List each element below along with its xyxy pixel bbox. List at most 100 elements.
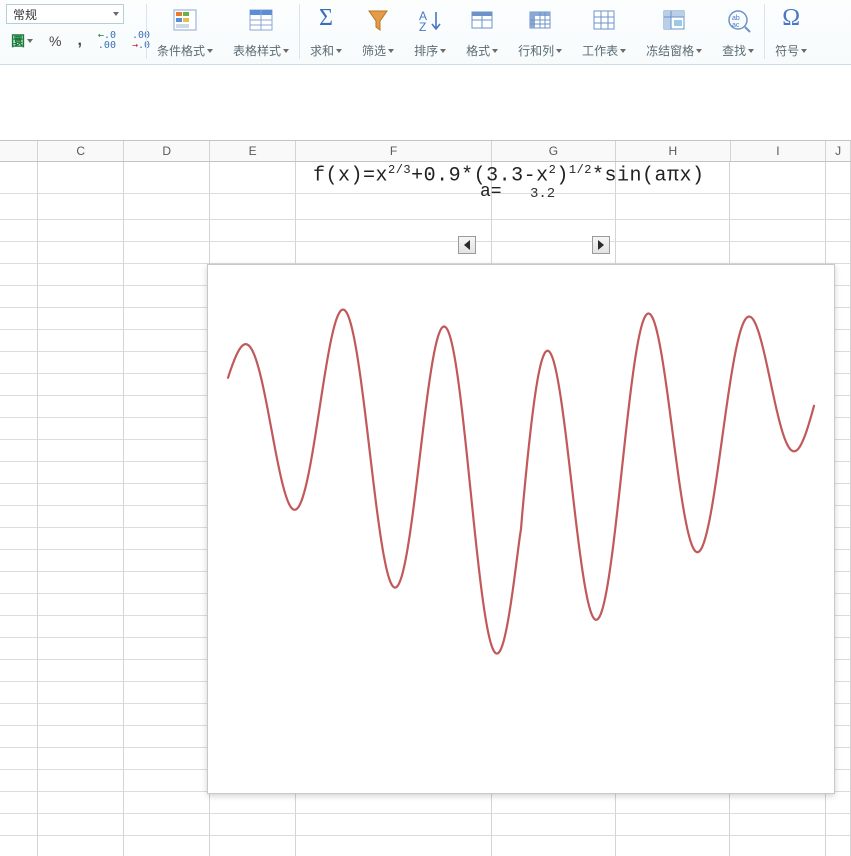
cell[interactable] <box>124 506 210 528</box>
cell[interactable] <box>492 836 616 856</box>
cell[interactable] <box>38 682 124 704</box>
cell[interactable] <box>38 638 124 660</box>
cell[interactable] <box>0 194 38 220</box>
cell[interactable] <box>38 418 124 440</box>
cell[interactable] <box>124 814 210 836</box>
cell[interactable] <box>38 162 124 194</box>
number-format-select[interactable]: 常规 <box>6 4 124 24</box>
cell[interactable] <box>0 638 38 660</box>
cell[interactable] <box>124 462 210 484</box>
cell[interactable] <box>210 836 296 856</box>
cell[interactable] <box>0 704 38 726</box>
cell[interactable] <box>616 162 731 194</box>
cell[interactable] <box>124 308 210 330</box>
freeze-panes-button[interactable]: 冻结窗格 <box>642 2 706 61</box>
cell[interactable] <box>616 220 731 242</box>
cell[interactable] <box>38 616 124 638</box>
cell[interactable] <box>38 220 124 242</box>
cell[interactable] <box>124 616 210 638</box>
cell[interactable] <box>826 792 851 814</box>
cell[interactable] <box>730 242 826 264</box>
cell[interactable] <box>124 440 210 462</box>
cell[interactable] <box>124 194 210 220</box>
cell[interactable] <box>124 792 210 814</box>
table-row[interactable] <box>0 162 851 194</box>
embedded-chart[interactable] <box>207 264 835 794</box>
cell[interactable] <box>296 792 491 814</box>
cell[interactable] <box>38 792 124 814</box>
cell[interactable] <box>0 814 38 836</box>
cell[interactable] <box>124 726 210 748</box>
cell[interactable] <box>0 572 38 594</box>
cell[interactable] <box>730 194 826 220</box>
cell-format-button[interactable]: 格式 <box>462 2 502 61</box>
cell[interactable] <box>38 726 124 748</box>
cell[interactable] <box>0 264 38 286</box>
cell[interactable] <box>124 836 210 856</box>
column-header[interactable]: C <box>38 141 124 161</box>
cell[interactable] <box>38 572 124 594</box>
cell[interactable] <box>124 162 210 194</box>
cell[interactable] <box>0 726 38 748</box>
column-header[interactable]: H <box>616 141 731 161</box>
cell[interactable] <box>0 528 38 550</box>
cell[interactable] <box>0 396 38 418</box>
sort-button[interactable]: A Z 排序 <box>410 2 450 61</box>
cell[interactable] <box>38 660 124 682</box>
cell[interactable] <box>0 682 38 704</box>
table-row[interactable] <box>0 814 851 836</box>
cell[interactable] <box>124 660 210 682</box>
cell[interactable] <box>0 506 38 528</box>
column-header-stub[interactable] <box>0 141 38 161</box>
cell[interactable] <box>0 374 38 396</box>
cell[interactable] <box>124 242 210 264</box>
cell[interactable] <box>38 462 124 484</box>
cell[interactable] <box>38 748 124 770</box>
worksheet-button[interactable]: 工作表 <box>578 2 630 61</box>
cell[interactable] <box>124 286 210 308</box>
cell[interactable] <box>124 374 210 396</box>
cell[interactable] <box>38 836 124 856</box>
cell[interactable] <box>296 162 491 194</box>
column-header[interactable]: D <box>124 141 210 161</box>
cell[interactable] <box>616 792 731 814</box>
cell[interactable] <box>124 330 210 352</box>
cell[interactable] <box>38 374 124 396</box>
cell[interactable] <box>124 638 210 660</box>
cell[interactable] <box>38 286 124 308</box>
cell[interactable] <box>38 704 124 726</box>
cell[interactable] <box>616 814 731 836</box>
cell[interactable] <box>730 162 826 194</box>
rows-cols-button[interactable]: 行和列 <box>514 2 566 61</box>
cell[interactable] <box>210 194 296 220</box>
table-style-button[interactable]: 表格样式 <box>229 2 293 61</box>
cell[interactable] <box>210 814 296 836</box>
column-header[interactable]: G <box>492 141 616 161</box>
cell[interactable] <box>0 792 38 814</box>
cell[interactable] <box>38 770 124 792</box>
cell[interactable] <box>826 814 851 836</box>
scroll-right-button[interactable] <box>592 236 610 254</box>
currency-format-button[interactable]: 圜 <box>6 30 38 52</box>
cell[interactable] <box>0 462 38 484</box>
cell[interactable] <box>38 814 124 836</box>
cell[interactable] <box>124 220 210 242</box>
cell[interactable] <box>0 162 38 194</box>
find-button[interactable]: ab ac 查找 <box>718 2 758 61</box>
cell[interactable] <box>0 836 38 856</box>
cell[interactable] <box>38 194 124 220</box>
cell[interactable] <box>0 616 38 638</box>
cell[interactable] <box>210 792 296 814</box>
cell[interactable] <box>492 814 616 836</box>
cell[interactable] <box>38 506 124 528</box>
cell[interactable] <box>124 396 210 418</box>
cell[interactable] <box>124 770 210 792</box>
cell[interactable] <box>124 704 210 726</box>
parameter-scrollbar[interactable] <box>458 236 610 256</box>
cell[interactable] <box>38 528 124 550</box>
cell[interactable] <box>0 594 38 616</box>
cell[interactable] <box>38 308 124 330</box>
cell[interactable] <box>124 748 210 770</box>
cell[interactable] <box>38 396 124 418</box>
cell[interactable] <box>730 792 826 814</box>
